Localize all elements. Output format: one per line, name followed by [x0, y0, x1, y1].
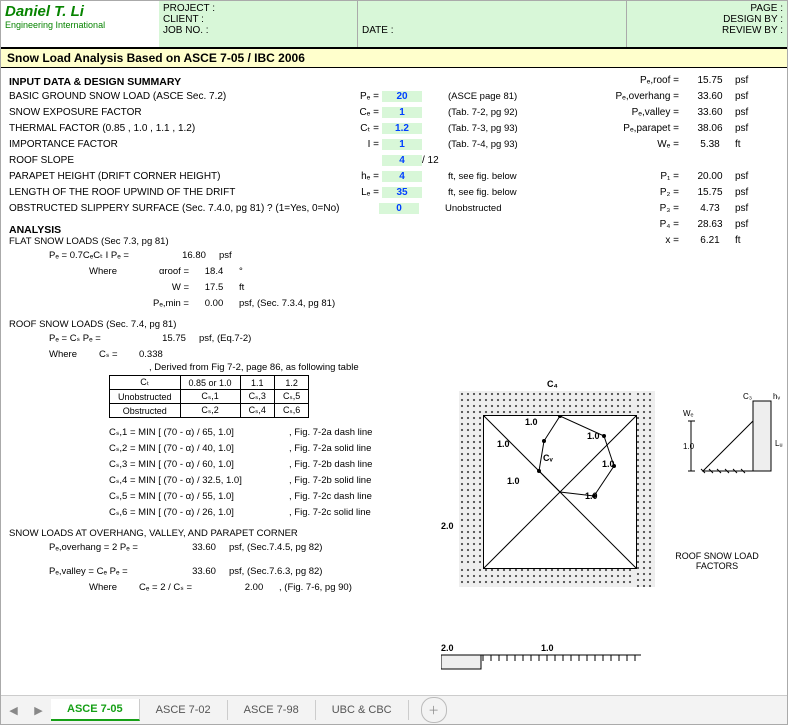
tab-prev-icon[interactable]: ◀	[9, 704, 17, 717]
logo-name: Daniel T. Li	[5, 3, 155, 20]
tab-asce705[interactable]: ASCE 7-05	[51, 699, 140, 721]
review-label: REVIEW BY :	[631, 25, 783, 36]
figure-caption: ROOF SNOW LOAD FACTORS	[657, 551, 777, 571]
design-label: DESIGN BY :	[631, 14, 783, 25]
drift-diagram: C₃ hᵥ Wₑ Lᵤ 1.0	[683, 391, 783, 481]
svg-text:hᵥ: hᵥ	[773, 392, 780, 401]
bottom-figure: 2.0 1.0	[441, 641, 641, 681]
header-col-right: PAGE : DESIGN BY : REVIEW BY :	[627, 1, 787, 47]
logo-subtitle: Engineering International	[5, 20, 155, 30]
slope-value[interactable]: 4	[382, 155, 422, 166]
tab-next-icon[interactable]: ▶	[34, 704, 42, 717]
client-label: CLIENT :	[163, 14, 353, 25]
sheet-tabs: ◀ ▶ ASCE 7-05 ASCE 7-02 ASCE 7-98 UBC & …	[1, 695, 787, 724]
svg-text:1.0: 1.0	[683, 442, 695, 451]
slope-label: ROOF SLOPE	[9, 155, 339, 166]
svg-text:C₃: C₃	[743, 392, 752, 401]
roof-head: ROOF SNOW LOADS (Sec. 7.4, pg 81)	[9, 319, 779, 330]
roof-figure: C₄ 2.0 1.0 1.0 1.0 1.0 1.0 1.0 Cᵥ C₃ hᵥ …	[447, 391, 777, 651]
input-label: BASIC GROUND SNOW LOAD (ASCE Sec. 7.2)	[9, 91, 339, 102]
svg-text:1.0: 1.0	[541, 643, 554, 653]
header-bar: Daniel T. Li Engineering International P…	[1, 1, 787, 49]
doc-title: Snow Load Analysis Based on ASCE 7-05 / …	[1, 49, 787, 68]
flat-head: FLAT SNOW LOADS (Sec 7.3, pg 81)	[9, 236, 779, 247]
plus-icon: ＋	[428, 702, 439, 718]
cs-table: Cₜ0.85 or 1.01.11.2 UnobstructedCₛ,1Cₛ,3…	[109, 375, 309, 418]
svg-text:Wₑ: Wₑ	[683, 409, 694, 418]
input-heading: INPUT DATA & DESIGN SUMMARY	[9, 76, 779, 88]
tab-asce798[interactable]: ASCE 7-98	[228, 700, 316, 720]
svg-text:Lᵤ: Lᵤ	[775, 439, 783, 448]
svg-text:2.0: 2.0	[441, 643, 454, 653]
add-tab-button[interactable]: ＋	[421, 697, 447, 723]
jobno-label: JOB NO. :	[163, 25, 353, 36]
analysis-heading: ANALYSIS	[9, 224, 779, 236]
spreadsheet-page: Daniel T. Li Engineering International P…	[0, 0, 788, 725]
page-label: PAGE :	[631, 3, 783, 14]
input-value[interactable]: 20	[382, 91, 422, 102]
tab-ubc-cbc[interactable]: UBC & CBC	[316, 700, 409, 720]
date-label: DATE :	[362, 25, 622, 36]
header-col-project: PROJECT : CLIENT : JOB NO. :	[159, 1, 358, 47]
logo-block: Daniel T. Li Engineering International	[1, 1, 159, 47]
project-label: PROJECT :	[163, 3, 353, 14]
tab-asce702[interactable]: ASCE 7-02	[140, 700, 228, 720]
header-col-date: DATE :	[358, 1, 627, 47]
tab-nav[interactable]: ◀ ▶	[1, 704, 51, 717]
